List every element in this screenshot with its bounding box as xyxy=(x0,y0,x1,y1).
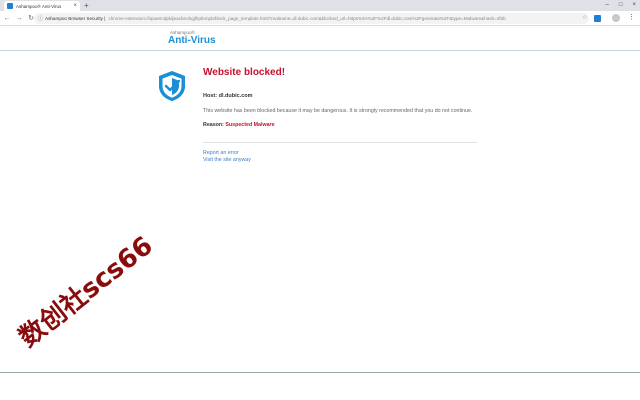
address-url[interactable]: chrome-extension://iqoaemdpldjeacbeohgjl… xyxy=(108,16,505,21)
ashampoo-extension-icon[interactable] xyxy=(594,15,601,22)
host-label: Host: xyxy=(203,93,218,99)
shield-favicon-icon xyxy=(7,3,13,9)
profile-avatar[interactable] xyxy=(612,14,620,22)
report-error-link[interactable]: Report an error xyxy=(203,150,239,156)
reason-line: Reason: Suspected Malware xyxy=(203,122,275,128)
visit-site-link[interactable]: Visit the site anyway xyxy=(203,157,251,163)
shield-check-icon xyxy=(159,71,185,101)
address-site-name: Ashampoo Browser Security | xyxy=(45,16,106,21)
tab-anti-virus[interactable]: Ashampoo® Anti-Virus × xyxy=(4,1,80,11)
new-tab-button[interactable]: + xyxy=(84,1,89,10)
block-description: This website has been blocked because it… xyxy=(203,108,473,114)
forward-arrow-icon[interactable]: → xyxy=(14,15,24,22)
brand-header xyxy=(0,27,640,51)
host-line: Host: dl.dubic.com xyxy=(203,93,253,99)
browser-window: Ashampoo® Anti-Virus × + – □ × ← → ↻ ⓘ A… xyxy=(0,0,640,400)
star-icon[interactable]: ☆ xyxy=(582,14,587,21)
window-controls: – □ × xyxy=(606,0,636,10)
close-window-button[interactable]: × xyxy=(632,0,636,10)
bottom-border xyxy=(0,372,640,373)
minimize-button[interactable]: – xyxy=(606,0,609,10)
reason-label: Reason: xyxy=(203,122,224,128)
divider xyxy=(203,142,477,143)
tab-strip: Ashampoo® Anti-Virus × + – □ × xyxy=(0,0,640,11)
tab-title: Ashampoo® Anti-Virus xyxy=(16,3,62,9)
watermark-text: 数创社scs66 xyxy=(13,230,159,354)
host-value: dl.dubic.com xyxy=(218,93,253,99)
brand-product: Anti-Virus xyxy=(168,35,216,46)
back-arrow-icon[interactable]: ← xyxy=(2,15,12,22)
page-title: Website blocked! xyxy=(203,67,286,78)
reason-value: Suspected Malware xyxy=(225,122,275,128)
toolbar: ← → ↻ ⓘ Ashampoo Browser Security | chro… xyxy=(0,11,640,26)
maximize-button[interactable]: □ xyxy=(619,0,623,10)
address-bar[interactable]: ⓘ Ashampoo Browser Security | chrome-ext… xyxy=(34,13,589,24)
tab-close-icon[interactable]: × xyxy=(73,3,77,9)
extension-info-icon[interactable]: ⓘ xyxy=(38,15,43,22)
kebab-menu-icon[interactable]: ⋮ xyxy=(628,13,635,21)
